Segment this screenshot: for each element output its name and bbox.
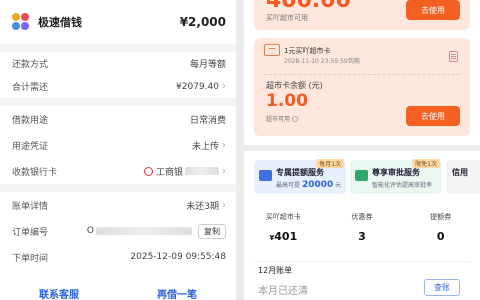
use-coupon-button[interactable]: 去使用	[406, 0, 460, 20]
bill-detail-value: 未还3期	[186, 201, 219, 212]
stat-value: 3	[358, 230, 366, 243]
order-time-label: 下单时间	[12, 253, 49, 264]
stat-label: 提额券	[430, 213, 452, 221]
bill-month: 12月账单	[258, 266, 293, 275]
app-name: 极速借钱	[38, 16, 82, 29]
bottom-actions: 联系客服 再借一笔	[0, 280, 236, 300]
section-divider	[0, 98, 236, 106]
info-icon[interactable]	[292, 116, 299, 122]
chevron-right-icon: ›	[222, 199, 226, 211]
chart-icon	[259, 170, 272, 181]
stat-label: 买吖超市卡	[265, 213, 301, 221]
stat-value: 0	[436, 230, 445, 243]
repay-method-label: 还款方式	[12, 60, 49, 70]
bank-card-value: 工商银	[155, 167, 183, 178]
stat-number: 401	[274, 230, 298, 243]
total-due-value: ¥2079.40	[176, 81, 219, 92]
card-usage-note: 超市可用	[266, 114, 299, 123]
total-due-row[interactable]: 合计需还 ¥2079.40 ›	[0, 75, 236, 98]
service-title: 专属提额服务	[276, 168, 324, 177]
masked-order-number	[96, 227, 192, 235]
service-title: 信用	[452, 168, 468, 177]
order-number-row: 订单编号 O 复制	[0, 218, 236, 244]
order-number-value: O	[86, 226, 94, 236]
service-desc-prefix: 最高可提	[276, 182, 301, 189]
coupon-desc: 买吖超市可用	[266, 14, 308, 22]
coupon-value: 400.00	[266, 0, 351, 13]
loan-purpose-value: 日常消费	[189, 115, 226, 126]
masked-card-number	[185, 167, 219, 175]
account-panel: 每月1次 专属提额服务 最高可提 20000 元 限免1次 尊享审批服务 智能化…	[244, 151, 480, 300]
service-title: 尊享审批服务	[372, 168, 420, 177]
stat-coupons[interactable]: 优惠券 3	[323, 212, 402, 243]
ticket-icon	[264, 44, 280, 56]
loan-amount: ¥2,000	[179, 15, 226, 29]
section-divider	[0, 44, 236, 52]
dashed-divider	[264, 74, 460, 75]
credit-service[interactable]: 信用	[446, 160, 480, 194]
card-expiry: 2028-11-10 23:59:59到期	[284, 58, 360, 65]
document-icon[interactable]	[449, 51, 458, 62]
bank-logo-icon	[143, 166, 153, 176]
loan-purpose-label: 借款用途	[12, 115, 49, 126]
card-title: 1元买吖超市卡	[284, 47, 331, 55]
approval-service[interactable]: 限免1次 尊享审批服务 智能化评估提高审批率	[350, 159, 442, 194]
bill-detail-row[interactable]: 账单详情 未还3期 ›	[0, 192, 236, 218]
balance-label: 超市卡余额 (元)	[266, 81, 323, 90]
repay-method-value: 每月等额	[189, 60, 226, 70]
section-divider	[0, 184, 236, 192]
use-card-button[interactable]: 去使用	[406, 106, 460, 126]
purpose-proof-row[interactable]: 用途凭证 未上传 ›	[0, 132, 236, 158]
total-due-label: 合计需还	[12, 83, 49, 93]
stat-supermarket-card[interactable]: 买吖超市卡 ¥401	[244, 212, 323, 243]
bank-card-row[interactable]: 收款银行卡 工商银 ›	[0, 158, 236, 184]
stats-row: 买吖超市卡 ¥401 优惠券 3 提额券 0	[244, 212, 480, 243]
stat-label: 优惠券	[351, 213, 373, 221]
stat-limit-coupons[interactable]: 提额券 0	[401, 212, 480, 243]
coupon-panel: 400.00 买吖超市可用 去使用 1元买吖超市卡 2028-11-10 23:…	[244, 0, 480, 145]
service-desc-value: 20000	[301, 180, 334, 190]
supermarket-card: 1元买吖超市卡 2028-11-10 23:59:59到期 超市卡余额 (元) …	[254, 38, 470, 136]
order-time-value: 2025-12-09 09:55:48	[130, 252, 226, 262]
copy-button[interactable]: 复制	[198, 223, 226, 239]
bank-card-label: 收款银行卡	[12, 167, 58, 178]
loan-purpose-row: 借款用途 日常消费	[0, 106, 236, 132]
loan-header: 极速借钱 ¥2,000	[0, 0, 236, 44]
coupon-card: 400.00 买吖超市可用 去使用	[254, 0, 470, 30]
repay-method-row: 还款方式 每月等额	[0, 52, 236, 75]
stat-value: ¥401	[244, 230, 323, 243]
bill-status: 本月已还清	[258, 286, 308, 297]
chevron-right-icon: ›	[222, 165, 226, 177]
service-desc: 智能化评估提高审批率	[372, 182, 433, 189]
order-time-row: 下单时间 2025-12-09 09:55:48	[0, 244, 236, 270]
borrow-again-button[interactable]: 再借一笔	[118, 286, 236, 300]
monthly-bill: 12月账单 本月已还清 查账	[254, 261, 470, 300]
order-number-label: 订单编号	[12, 227, 49, 238]
chevron-right-icon: ›	[222, 81, 226, 92]
purpose-proof-value: 未上传	[191, 141, 219, 152]
shield-icon	[355, 170, 368, 181]
app-logo-icon	[12, 13, 30, 31]
balance-value: 1.00	[266, 91, 308, 111]
bill-detail-label: 账单详情	[12, 201, 49, 212]
view-bill-button[interactable]: 查账	[424, 279, 460, 296]
service-desc: 最高可提 20000 元	[276, 180, 341, 190]
contact-service-button[interactable]: 联系客服	[0, 286, 118, 300]
service-desc-suffix: 元	[335, 182, 342, 189]
loan-detail-panel: 极速借钱 ¥2,000 还款方式 每月等额 合计需还 ¥2079.40 › 借款…	[0, 0, 236, 300]
chevron-right-icon: ›	[222, 139, 226, 151]
purpose-proof-label: 用途凭证	[12, 141, 49, 152]
card-usage-text: 超市可用	[266, 116, 291, 123]
limit-raise-service[interactable]: 每月1次 专属提额服务 最高可提 20000 元	[254, 159, 346, 194]
